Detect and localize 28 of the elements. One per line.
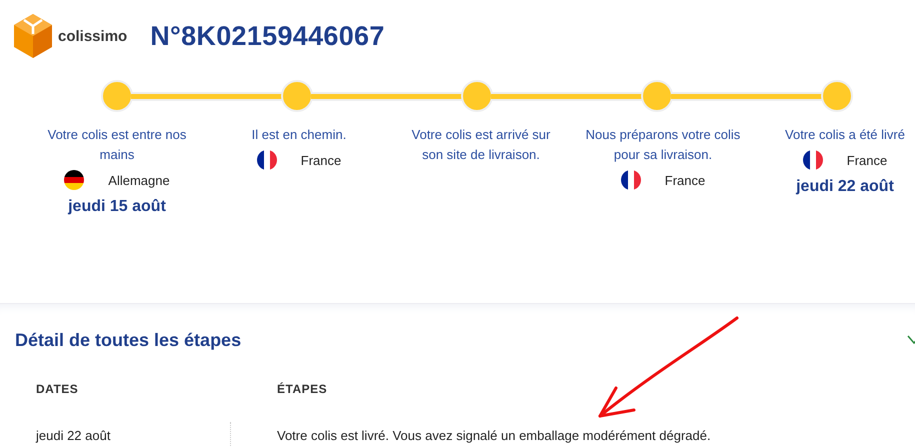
column-header: ÉTAPES <box>277 382 328 398</box>
step-description: Il est en chemin. <box>250 126 348 144</box>
flag-icon <box>620 170 641 190</box>
step-dot <box>281 80 313 112</box>
step-dot <box>641 80 673 112</box>
section-title: Détail de toutes les étapes <box>15 330 242 350</box>
step-date: jeudi 22 août <box>796 178 894 196</box>
brand-name: colissimo <box>58 28 128 44</box>
step-description: Votre colis a été livré <box>784 126 906 144</box>
country-name: France <box>846 152 888 168</box>
step-dot <box>821 80 853 112</box>
step-dot <box>461 80 493 112</box>
step-dot <box>101 80 133 112</box>
column-header: DATES <box>36 382 80 398</box>
step-description: Nous préparons votre colis pour sa livraison. <box>585 126 741 164</box>
flag-icon <box>256 150 277 170</box>
step-description: Votre colis est entre nos mains <box>46 126 188 164</box>
country-name: Allemagne <box>108 172 170 188</box>
box-logo-icon <box>14 14 52 58</box>
table-cell: jeudi 22 août <box>36 422 231 447</box>
country-name: France <box>300 152 342 168</box>
step-date: jeudi 15 août <box>68 198 166 216</box>
country-name: France <box>664 172 706 188</box>
flag-icon <box>64 170 84 190</box>
flag-icon <box>802 150 823 170</box>
table-cell-text: Votre colis est livré. Vous avez signalé un emballage modérément dégradé. <box>277 427 712 445</box>
step-description: Votre colis est arrivé sur son site de livraison. <box>410 126 552 164</box>
tracking-number: N°8K02159446067 <box>150 20 385 52</box>
